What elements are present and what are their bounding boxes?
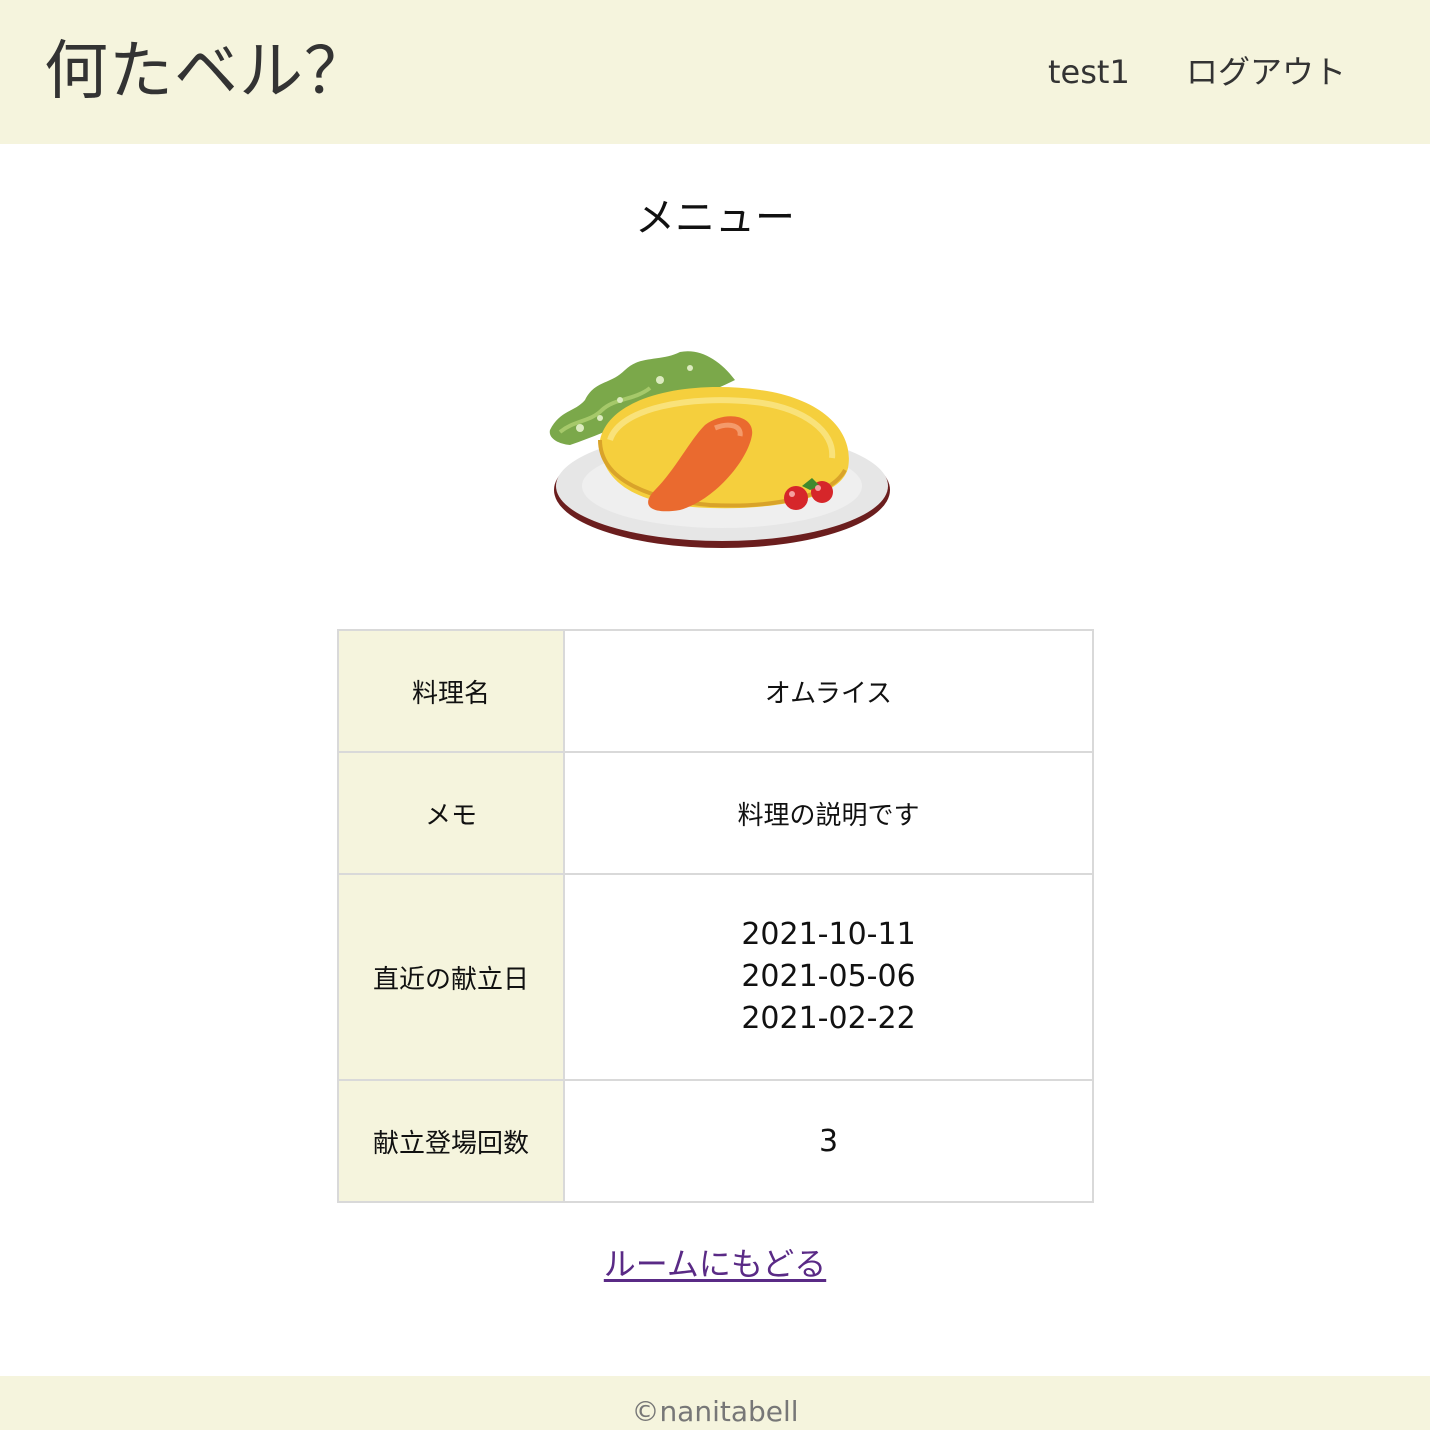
copyright-text: ©nanitabell — [631, 1395, 799, 1428]
omurice-image — [549, 351, 890, 548]
dish-name-label: 料理名 — [337, 629, 565, 753]
recent-dates-label: 直近の献立日 — [337, 873, 565, 1081]
logout-link[interactable]: ログアウト — [1186, 50, 1346, 94]
appearance-count-number: 3 — [818, 1123, 839, 1159]
memo-value: 料理の説明です — [563, 751, 1094, 875]
menu-detail-table: 料理名 オムライス メモ 料理の説明です 直近の献立日 2021-10-11 2… — [337, 629, 1094, 1203]
table-row: 献立登場回数 3 — [337, 1079, 1094, 1203]
user-name-link[interactable]: test1 — [1048, 50, 1130, 94]
table-row: 料理名 オムライス — [337, 629, 1094, 753]
site-footer: ©nanitabell — [0, 1376, 1430, 1430]
recent-dates-cell: 2021-10-11 2021-05-06 2021-02-22 — [563, 873, 1094, 1081]
recent-date: 2021-02-22 — [741, 1001, 916, 1036]
appearance-count-label: 献立登場回数 — [337, 1079, 565, 1203]
memo-label: メモ — [337, 751, 565, 875]
table-row: 直近の献立日 2021-10-11 2021-05-06 2021-02-22 — [337, 873, 1094, 1081]
dish-name-value: オムライス — [563, 629, 1094, 753]
appearance-count-value: 3 — [563, 1079, 1094, 1203]
table-row: メモ 料理の説明です — [337, 751, 1094, 875]
site-logo[interactable]: 何たベル？ — [44, 28, 369, 116]
back-to-room-link[interactable]: ルームにもどる — [604, 1245, 826, 1283]
recent-date: 2021-05-06 — [741, 959, 916, 994]
page-title: メニュー — [635, 195, 795, 241]
recent-date: 2021-10-11 — [741, 917, 916, 952]
site-header: 何たベル？ test1 ログアウト — [0, 0, 1430, 144]
back-link-container: ルームにもどる — [0, 1240, 1430, 1288]
